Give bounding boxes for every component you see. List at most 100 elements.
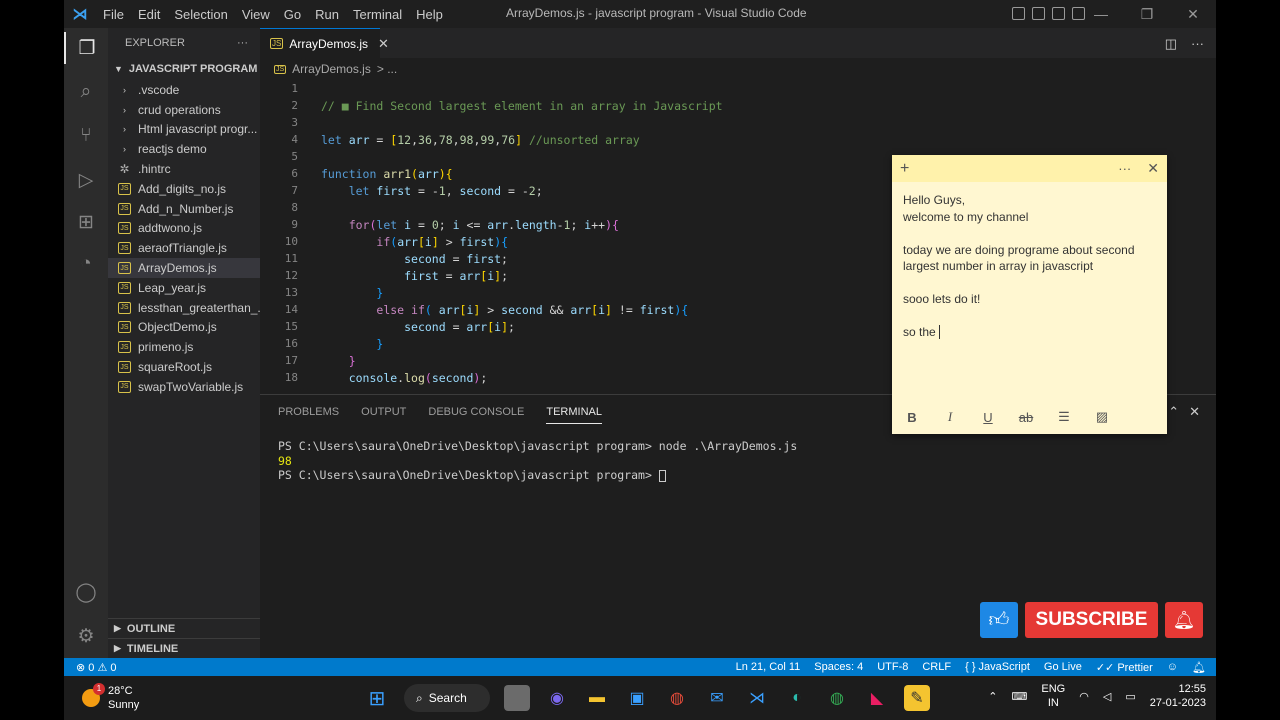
file-tree-item[interactable]: ✲ .hintrc xyxy=(108,159,260,179)
close-note-button[interactable]: ✕ xyxy=(1147,160,1159,177)
mail-icon[interactable]: ✉ xyxy=(704,685,730,711)
file-tree-item[interactable]: JS addtwono.js xyxy=(108,219,260,239)
sticky-notes-icon[interactable]: ✎ xyxy=(904,685,930,711)
menu-selection[interactable]: Selection xyxy=(167,7,234,22)
prettier-status[interactable]: ✓✓ Prettier xyxy=(1096,661,1153,674)
tab-debug-console[interactable]: DEBUG CONSOLE xyxy=(428,406,524,418)
menu-terminal[interactable]: Terminal xyxy=(346,7,409,22)
feedback-icon[interactable]: ☺ xyxy=(1167,661,1178,674)
source-control-icon[interactable]: ⑂ xyxy=(70,120,102,152)
breadcrumb-file[interactable]: ArrayDemos.js xyxy=(292,62,371,76)
breadcrumb-more[interactable]: > ... xyxy=(377,62,397,76)
toggle-sidebar-icon[interactable] xyxy=(1012,7,1025,20)
cursor-position[interactable]: Ln 21, Col 11 xyxy=(736,661,801,674)
file-tree-item[interactable]: JS aeraofTriangle.js xyxy=(108,238,260,258)
notifications-bell-icon[interactable]: 🔔︎ xyxy=(1192,661,1206,674)
battery-icon[interactable]: ▭ xyxy=(1125,690,1135,703)
tab-output[interactable]: OUTPUT xyxy=(361,406,406,418)
menu-edit[interactable]: Edit xyxy=(131,7,167,22)
search-icon[interactable]: ⌕ xyxy=(70,76,102,108)
file-tree-item[interactable]: JS lessthan_greaterthan_... xyxy=(108,298,260,318)
tab-terminal[interactable]: TERMINAL xyxy=(546,406,602,424)
menu-run[interactable]: Run xyxy=(308,7,346,22)
file-tree-item[interactable]: JS ObjectDemo.js xyxy=(108,318,260,338)
toggle-panel-icon[interactable] xyxy=(1032,7,1045,20)
workspace-folder[interactable]: ▼ JAVASCRIPT PROGRAM xyxy=(108,58,260,80)
run-debug-icon[interactable]: ▷ xyxy=(70,164,102,196)
more-actions-icon[interactable]: ··· xyxy=(1191,36,1204,52)
file-tree-item[interactable]: › .vscode xyxy=(108,80,260,100)
end-of-line[interactable]: CRLF xyxy=(922,661,951,674)
accounts-icon[interactable]: ◯ xyxy=(70,576,102,608)
restore-button[interactable]: ❐ xyxy=(1124,0,1170,28)
bold-button[interactable]: B xyxy=(903,410,921,425)
file-tree-item[interactable]: JS Add_n_Number.js xyxy=(108,199,260,219)
note-menu-button[interactable]: ··· xyxy=(1118,161,1131,176)
explorer-more-button[interactable]: ··· xyxy=(237,37,248,49)
manage-gear-icon[interactable]: ⚙ xyxy=(70,620,102,652)
minimize-button[interactable]: — xyxy=(1078,0,1124,28)
file-tree-item[interactable]: JS squareRoot.js xyxy=(108,357,260,377)
close-window-button[interactable]: ✕ xyxy=(1170,0,1216,28)
store-icon[interactable]: ▣ xyxy=(624,685,650,711)
language-mode[interactable]: { } JavaScript xyxy=(965,661,1030,674)
add-note-button[interactable]: + xyxy=(900,160,909,178)
outline-section[interactable]: ▶ OUTLINE xyxy=(108,618,260,638)
subscribe-button[interactable]: SUBSCRIBE xyxy=(1025,602,1158,638)
menu-go[interactable]: Go xyxy=(277,7,308,22)
chat-icon[interactable]: ◉ xyxy=(544,685,570,711)
weather-widget[interactable]: 1 28°C Sunny xyxy=(82,683,139,712)
toggle-secondary-sidebar-icon[interactable] xyxy=(1052,7,1065,20)
note-content[interactable]: Hello Guys, welcome to my channel today … xyxy=(892,182,1167,351)
edge-devtools-icon[interactable]: ◔ xyxy=(70,248,102,280)
wifi-icon[interactable]: ◠ xyxy=(1079,690,1089,703)
close-panel-icon[interactable]: ✕ xyxy=(1189,404,1200,420)
explorer-icon[interactable]: ❐ xyxy=(64,32,108,64)
file-tree-item[interactable]: › Html javascript progr... xyxy=(108,120,260,140)
go-live-button[interactable]: Go Live xyxy=(1044,661,1082,674)
menu-file[interactable]: File xyxy=(96,7,131,22)
file-tree-item[interactable]: JS primeno.js xyxy=(108,337,260,357)
file-tree-item[interactable]: JS Add_digits_no.js xyxy=(108,179,260,199)
taskbar-search[interactable]: ⌕ Search xyxy=(404,684,490,712)
encoding[interactable]: UTF-8 xyxy=(877,661,908,674)
keyboard-icon[interactable]: ⌨ xyxy=(1012,690,1028,703)
chrome-profile-icon[interactable]: ◍ xyxy=(824,685,850,711)
file-tree-item[interactable]: › crud operations xyxy=(108,100,260,120)
clock[interactable]: 12:55 27-01-2023 xyxy=(1150,682,1206,710)
problems-status[interactable]: ⊗ 0 ⚠ 0 xyxy=(64,661,116,674)
like-thumb-icon[interactable]: 👍︎ xyxy=(980,602,1018,638)
language-indicator[interactable]: ENG IN xyxy=(1041,682,1065,710)
volume-icon[interactable]: ◁ xyxy=(1103,690,1111,703)
start-windows-icon[interactable]: ⊞ xyxy=(364,685,390,711)
indentation[interactable]: Spaces: 4 xyxy=(814,661,863,674)
file-tree-item[interactable]: › reactjs demo xyxy=(108,139,260,159)
add-image-button[interactable]: ▨ xyxy=(1093,409,1111,425)
terminal[interactable]: PS C:\Users\saura\OneDrive\Desktop\javas… xyxy=(260,439,1216,483)
bell-icon[interactable]: 🔔︎ xyxy=(1165,602,1203,638)
file-tree-item[interactable]: JS ArrayDemos.js xyxy=(108,258,260,278)
file-tree-item[interactable]: JS swapTwoVariable.js xyxy=(108,377,260,397)
edge-icon[interactable]: ◐ xyxy=(784,685,810,711)
tab-arraydemos[interactable]: JS ArrayDemos.js ✕ xyxy=(260,28,389,58)
strikethrough-button[interactable]: ab xyxy=(1017,410,1035,425)
menu-help[interactable]: Help xyxy=(409,7,450,22)
close-tab-icon[interactable]: ✕ xyxy=(378,36,389,52)
app-icon[interactable]: ◣ xyxy=(864,685,890,711)
task-view-icon[interactable] xyxy=(504,685,530,711)
underline-button[interactable]: U xyxy=(979,410,997,425)
file-tree-item[interactable]: JS Leap_year.js xyxy=(108,278,260,298)
file-explorer-icon[interactable]: ▬ xyxy=(584,685,610,711)
maximize-panel-icon[interactable]: ⌃ xyxy=(1168,404,1179,420)
chevron-up-icon[interactable]: ⌃ xyxy=(988,690,997,703)
split-editor-icon[interactable]: ◫ xyxy=(1165,36,1177,52)
extensions-icon[interactable]: ⊞ xyxy=(70,206,102,238)
menu-view[interactable]: View xyxy=(235,7,277,22)
timeline-section[interactable]: ▶ TIMELINE xyxy=(108,638,260,658)
italic-button[interactable]: I xyxy=(941,409,959,425)
bullets-button[interactable]: ☰ xyxy=(1055,409,1073,425)
file-tree-label: addtwono.js xyxy=(138,221,203,236)
chrome-icon[interactable]: ◍ xyxy=(664,685,690,711)
tab-problems[interactable]: PROBLEMS xyxy=(278,406,339,418)
vscode-taskbar-icon[interactable]: ⋊ xyxy=(744,685,770,711)
